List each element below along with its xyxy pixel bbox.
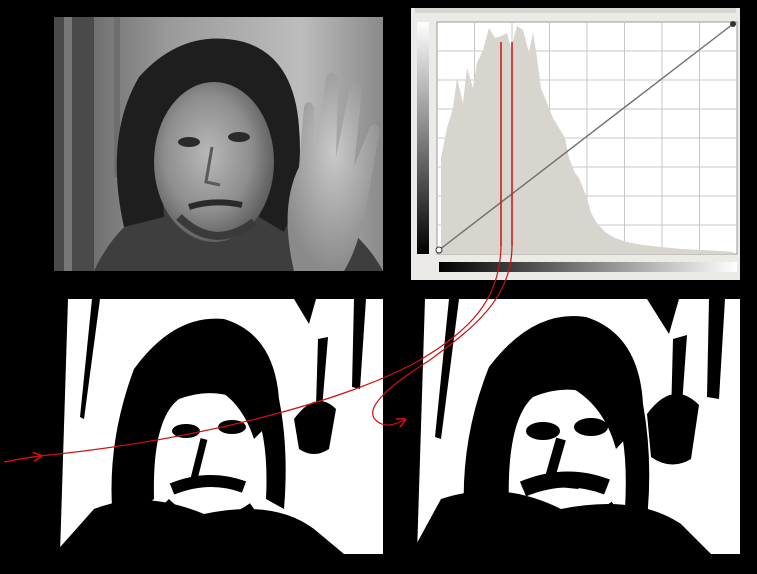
arrow-head-icon: [3, 456, 40, 463]
curves-editor-canvas[interactable]: [411, 8, 740, 280]
input-gradient-bar: [439, 262, 737, 272]
threshold-result-right: [411, 299, 740, 554]
source-photo-image: [54, 17, 383, 271]
curves-editor[interactable]: [411, 8, 740, 280]
curve-endpoint-handle-icon[interactable]: [730, 21, 736, 27]
output-gradient-bar: [417, 22, 429, 254]
threshold-result-left: [54, 299, 383, 554]
threshold-image-left: [54, 299, 383, 554]
source-photo: [54, 17, 383, 271]
curve-endpoint-handle-icon[interactable]: [435, 246, 443, 254]
threshold-image-right: [411, 299, 740, 554]
editor-toolbar-strip: [415, 8, 736, 13]
